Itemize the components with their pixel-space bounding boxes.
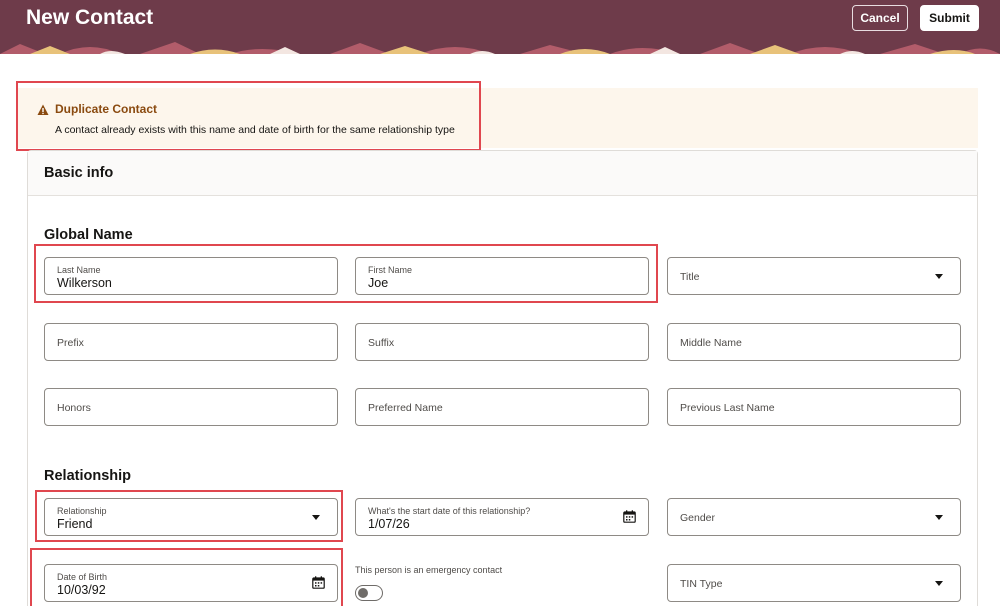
start-date-label: What's the start date of this relationsh… [368,506,531,516]
title-placeholder: Title [680,271,700,283]
tin-type-placeholder: TIN Type [680,578,723,590]
relationship-heading: Relationship [44,468,132,484]
gender-select[interactable]: Gender [667,498,961,536]
chevron-down-icon [935,274,943,279]
page-header: New Contact Cancel Submit [0,0,1000,54]
cancel-button[interactable]: Cancel [852,5,908,31]
duplicate-contact-warning: Duplicate Contact A contact already exis… [17,88,978,148]
date-of-birth-value: 10/03/92 [57,583,106,597]
prefix-field[interactable]: Prefix [44,323,338,361]
calendar-icon[interactable] [623,510,636,523]
card-header: Basic info [28,151,977,196]
suffix-placeholder: Suffix [368,337,395,349]
first-name-label: First Name [368,265,413,275]
first-name-field[interactable]: First Name Joe [355,257,649,295]
preferred-name-placeholder: Preferred Name [368,402,443,414]
previous-last-name-placeholder: Previous Last Name [680,402,775,414]
warning-title: Duplicate Contact [55,102,158,116]
date-of-birth-field[interactable]: Date of Birth 10/03/92 [44,564,338,602]
warning-icon [37,104,49,115]
honors-field[interactable]: Honors [44,388,338,426]
warning-message: A contact already exists with this name … [55,124,455,136]
basic-info-card: Basic info [27,150,978,606]
middle-name-placeholder: Middle Name [680,337,742,349]
relationship-value: Friend [57,517,93,531]
middle-name-field[interactable]: Middle Name [667,323,961,361]
date-of-birth-label: Date of Birth [57,572,108,582]
start-date-value: 1/07/26 [368,517,410,531]
prefix-placeholder: Prefix [57,337,84,349]
tin-type-select[interactable]: TIN Type [667,564,961,602]
submit-button[interactable]: Submit [920,5,979,31]
last-name-value: Wilkerson [57,276,112,290]
start-date-field[interactable]: What's the start date of this relationsh… [355,498,649,536]
header-decorative-pattern [0,42,1000,54]
chevron-down-icon [312,515,320,520]
honors-placeholder: Honors [57,402,91,414]
toggle-knob [358,588,368,598]
gender-placeholder: Gender [680,512,716,524]
chevron-down-icon [935,581,943,586]
page-title: New Contact [26,6,154,29]
emergency-contact-label: This person is an emergency contact [355,565,503,575]
global-name-heading: Global Name [44,227,133,243]
chevron-down-icon [935,515,943,520]
first-name-value: Joe [368,276,389,290]
relationship-label: Relationship [57,506,107,516]
emergency-contact-toggle[interactable] [355,585,383,601]
title-select[interactable]: Title [667,257,961,295]
calendar-icon[interactable] [312,576,325,589]
previous-last-name-field[interactable]: Previous Last Name [667,388,961,426]
last-name-field[interactable]: Last Name Wilkerson [44,257,338,295]
suffix-field[interactable]: Suffix [355,323,649,361]
last-name-label: Last Name [57,265,101,275]
relationship-select[interactable]: Relationship Friend [44,498,338,536]
card-title: Basic info [44,165,114,181]
preferred-name-field[interactable]: Preferred Name [355,388,649,426]
